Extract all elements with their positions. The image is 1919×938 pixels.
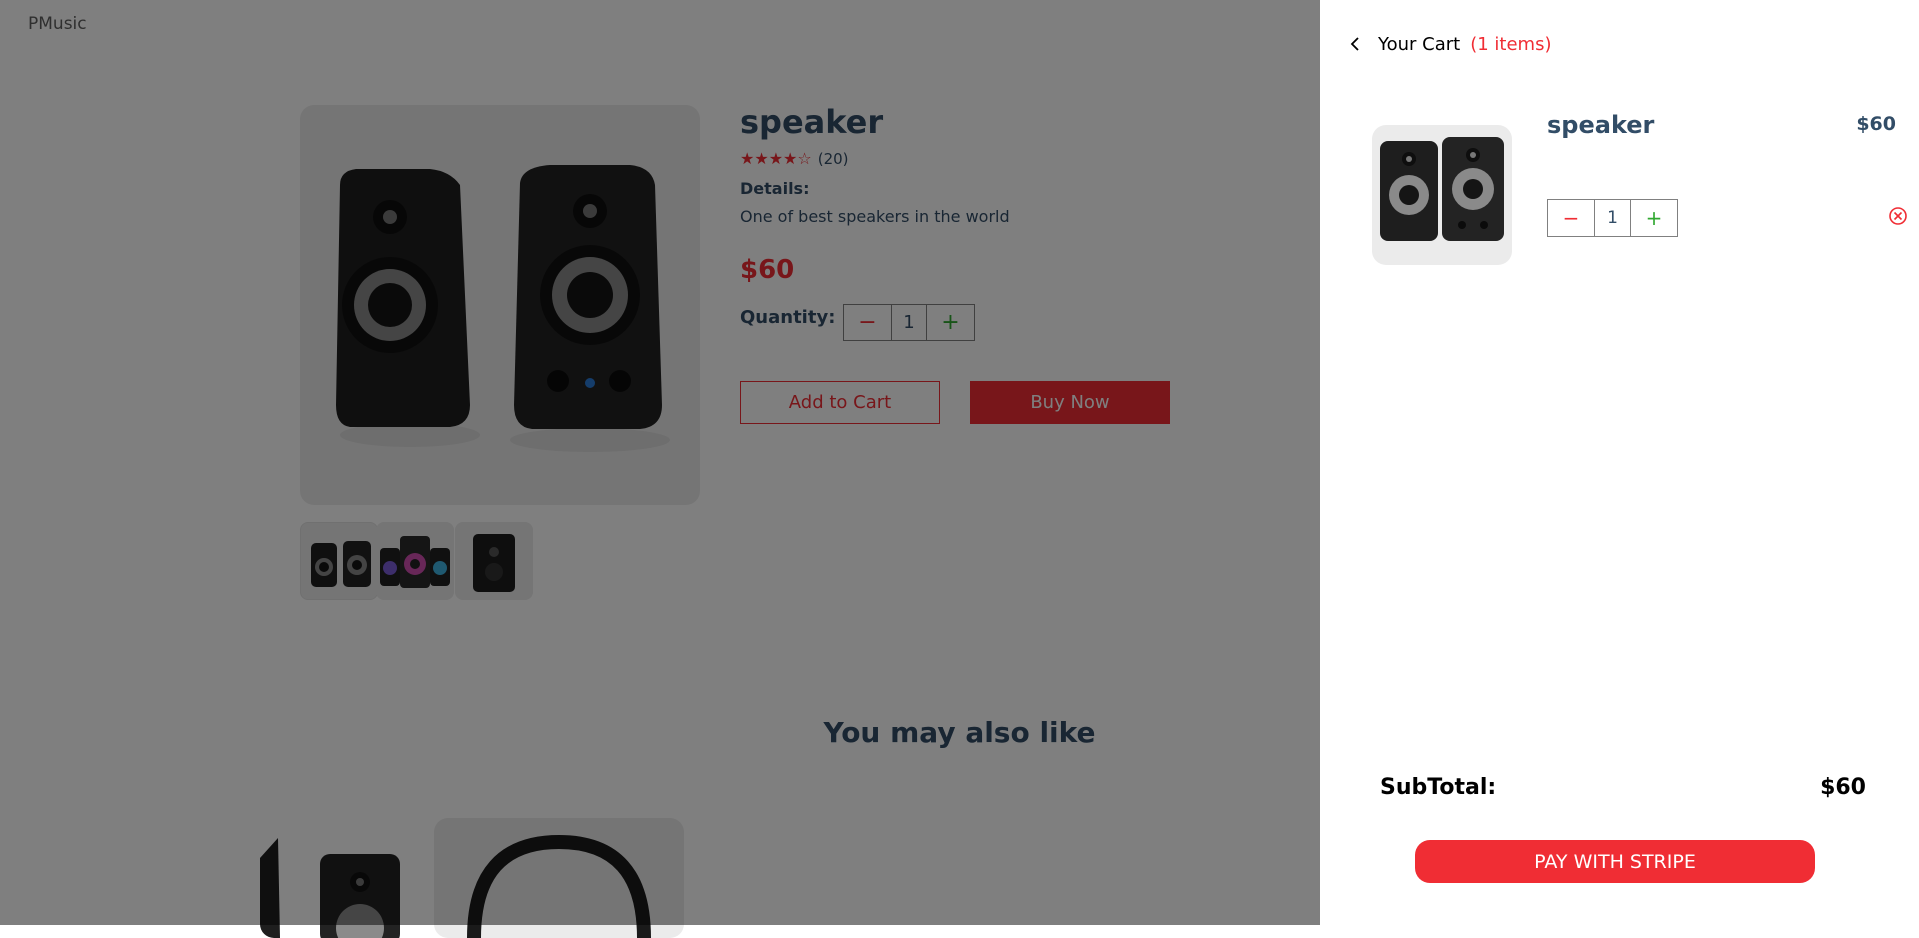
- chevron-left-icon[interactable]: [1344, 33, 1366, 55]
- cart-quantity-increase-button[interactable]: +: [1631, 200, 1677, 236]
- cart-header[interactable]: Your Cart (1 items): [1344, 33, 1551, 55]
- cart-item-name: speaker: [1547, 111, 1655, 139]
- cart-quantity-stepper: − 1 +: [1547, 199, 1678, 237]
- subtotal-label: SubTotal:: [1380, 775, 1497, 800]
- cart-drawer: Your Cart (1 items) speaker $60 − 1 + Su…: [1320, 0, 1919, 925]
- pay-with-stripe-button[interactable]: PAY WITH STRIPE: [1415, 840, 1815, 883]
- cart-item-image: [1372, 125, 1512, 265]
- cart-item-price: $60: [1856, 113, 1896, 135]
- cart-item-count: (1 items): [1470, 33, 1552, 55]
- close-circle-icon[interactable]: [1887, 205, 1909, 227]
- cart-title: Your Cart: [1378, 33, 1461, 55]
- subtotal-value: $60: [1820, 775, 1866, 800]
- cart-quantity-decrease-button[interactable]: −: [1548, 200, 1594, 236]
- cart-quantity-value: 1: [1594, 200, 1631, 236]
